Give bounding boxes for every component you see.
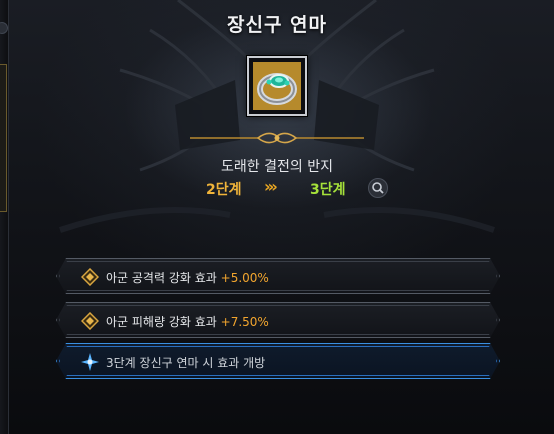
effect-text: 아군 피해량 강화 효과 +7.50%	[106, 315, 269, 329]
effect-value: +7.50%	[220, 315, 269, 329]
blue-star-icon	[81, 353, 99, 371]
item-slot[interactable]	[247, 56, 307, 116]
search-icon	[372, 182, 384, 194]
left-side-panel-edge	[0, 0, 9, 434]
gold-diamond-icon	[81, 268, 99, 286]
item-name: 도래한 결전의 반지	[221, 159, 333, 175]
effect-row-damage[interactable]: 아군 피해량 강화 효과 +7.50%	[56, 302, 500, 338]
search-button[interactable]	[368, 178, 388, 198]
effect-row-unlock[interactable]: 3단계 장신구 연마 시 효과 개방	[56, 343, 500, 379]
upgrade-arrows-icon: ›››	[264, 177, 278, 196]
stage-upgrade-row: 2단계 ››› 3단계	[206, 177, 396, 199]
current-stage: 2단계	[206, 182, 242, 198]
next-stage: 3단계	[310, 182, 346, 198]
effect-text: 아군 공격력 강화 효과 +5.00%	[106, 271, 269, 285]
gold-diamond-icon	[81, 312, 99, 330]
window-title: 장신구 연마	[226, 14, 327, 36]
effect-text: 3단계 장신구 연마 시 효과 개방	[106, 356, 266, 370]
gold-divider	[190, 132, 364, 144]
ring-icon	[257, 73, 297, 105]
effect-row-attack[interactable]: 아군 공격력 강화 효과 +5.00%	[56, 258, 500, 294]
side-panel-tab[interactable]	[0, 64, 7, 212]
effect-value: +5.00%	[220, 271, 269, 285]
